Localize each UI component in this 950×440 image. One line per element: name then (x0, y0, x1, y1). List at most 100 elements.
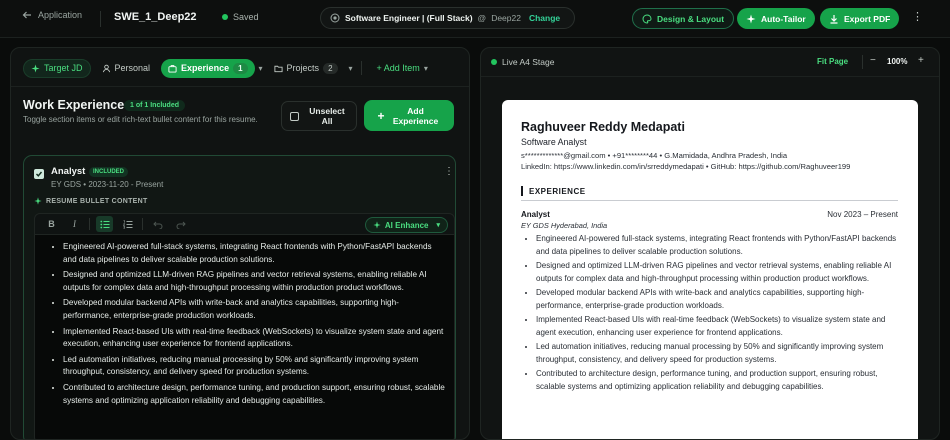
document-title[interactable]: SWE_1_Deep22 (114, 11, 197, 23)
include-checkbox[interactable] (34, 169, 44, 179)
section-title: Work Experience (23, 98, 125, 112)
count-badge: 1 (233, 62, 248, 74)
design-layout-label: Design & Layout (657, 13, 725, 24)
bullet-item[interactable]: Engineered AI-powered full-stack systems… (63, 241, 446, 266)
ai-enhance-label: AI Enhance (384, 220, 429, 230)
divider (100, 11, 101, 27)
zoom-level: 100% (887, 57, 908, 66)
resume-job-row: Analyst Nov 2023 – Present (521, 210, 898, 219)
bullet-content-label: RESUME BULLET CONTENT (34, 197, 148, 205)
divider (11, 86, 469, 87)
tab-label: Personal (114, 63, 151, 73)
add-item-label: + Add Item (376, 63, 420, 73)
tab-experience[interactable]: Experience 1 (161, 58, 255, 78)
tab-label: Projects (286, 63, 320, 73)
resume-contact: s*************@gmail.com • +91********44… (521, 150, 918, 172)
resume-job-dates: Nov 2023 – Present (827, 210, 898, 219)
back-button[interactable]: Application (22, 10, 82, 20)
preview-header: Live A4 Stage Fit Page − 100% + (481, 48, 939, 77)
download-icon (829, 14, 839, 24)
bullet-item[interactable]: Implemented React-based UIs with real-ti… (63, 326, 446, 351)
divider (360, 61, 362, 75)
chevron-down-icon: ▾ (423, 63, 428, 73)
bullet-content-text: RESUME BULLET CONTENT (46, 197, 148, 205)
export-pdf-button[interactable]: Export PDF (820, 8, 900, 29)
bullet-list-button[interactable] (96, 216, 113, 232)
resume-bullet: Contributed to architecture design, perf… (536, 368, 898, 393)
tab-projects[interactable]: Projects 2 (267, 59, 345, 78)
experience-card: Analyst INCLUDED EY GDS • 2023-11-20 - P… (23, 155, 456, 439)
save-status-label: Saved (233, 12, 259, 22)
saved-dot-icon (222, 14, 228, 20)
sparkle-icon (31, 63, 40, 73)
resume-bullet: Led automation initiatives, reducing man… (536, 341, 898, 366)
bullet-editor[interactable]: Engineered AI-powered full-stack systems… (34, 235, 455, 439)
unselect-all-button[interactable]: Unselect All (281, 101, 357, 131)
target-icon (330, 13, 340, 23)
job-company: Deep22 (491, 13, 521, 23)
folder-icon (273, 64, 283, 73)
contact-line: LinkedIn: https://www.linkedin.com/in/sr… (521, 162, 851, 171)
divider (89, 218, 90, 230)
back-label: Application (38, 10, 83, 20)
resume-page: Raghuveer Reddy Medapati Software Analys… (502, 100, 918, 439)
section-heading-text: EXPERIENCE (529, 186, 586, 196)
user-icon (102, 64, 111, 73)
fit-page-button[interactable]: Fit Page (817, 57, 848, 66)
checkbox-icon (290, 111, 299, 121)
ai-enhance-button[interactable]: AI Enhance ▾ (364, 217, 448, 233)
save-status: Saved (222, 12, 259, 22)
more-menu-icon[interactable]: ⋮ (912, 12, 923, 23)
zoom-out-button[interactable]: − (870, 55, 876, 66)
sparkle-icon (373, 221, 381, 229)
chevron-down-icon[interactable]: ▾ (259, 64, 263, 73)
tab-label: Target JD (44, 63, 83, 73)
bullet-item[interactable]: Developed modular backend APIs with writ… (63, 297, 446, 322)
design-layout-button[interactable]: Design & Layout (632, 8, 735, 29)
card-more-icon[interactable]: ⋮ (444, 166, 454, 177)
unselect-all-label: Unselect All (309, 106, 345, 126)
job-at: @ (477, 13, 487, 23)
arrow-left-icon (22, 10, 32, 20)
italic-button[interactable]: I (66, 216, 83, 232)
top-bar: Application SWE_1_Deep22 Saved Software … (0, 0, 950, 38)
bullet-item[interactable]: Led automation initiatives, reducing man… (63, 354, 446, 379)
zoom-in-button[interactable]: + (918, 55, 924, 66)
add-item-button[interactable]: + Add Item ▾ (370, 59, 435, 78)
resume-bullet: Implemented React-based UIs with real-ti… (536, 314, 898, 339)
section-description: Toggle section items or edit rich-text b… (23, 115, 258, 124)
tab-personal[interactable]: Personal (95, 59, 158, 78)
briefcase-icon (168, 64, 177, 73)
target-job-pill[interactable]: Software Engineer | (Full Stack) @ Deep2… (320, 7, 575, 29)
stage-label: Live A4 Stage (491, 57, 554, 67)
tab-label: Experience (181, 63, 230, 73)
resume-bullet-list: Engineered AI-powered full-stack systems… (521, 233, 898, 393)
preview-panel: Live A4 Stage Fit Page − 100% + Raghuvee… (480, 47, 940, 440)
redo-icon[interactable] (172, 216, 189, 232)
chevron-down-icon[interactable]: ▾ (349, 64, 353, 73)
resume-title: Software Analyst (521, 137, 587, 147)
bullet-item[interactable]: Contributed to architecture design, perf… (63, 382, 446, 407)
numbered-list-button[interactable] (119, 216, 136, 232)
add-experience-label: Add Experience (392, 105, 439, 126)
experience-role: Analyst (51, 166, 86, 177)
stage-label-text: Live A4 Stage (502, 57, 555, 67)
included-badge: 1 of 1 Included (124, 100, 186, 111)
resume-bullet: Developed modular backend APIs with writ… (536, 287, 898, 312)
chevron-down-icon: ▾ (436, 222, 440, 229)
undo-icon[interactable] (149, 216, 166, 232)
sparkle-icon (746, 14, 756, 24)
auto-tailor-label: Auto-Tailor (761, 13, 806, 24)
resume-job-role: Analyst (521, 210, 550, 219)
tab-target-jd[interactable]: Target JD (23, 58, 91, 78)
divider (521, 200, 898, 201)
bullet-item[interactable]: Designed and optimized LLM-driven RAG pi… (63, 269, 446, 294)
divider (142, 218, 143, 230)
job-role: Software Engineer | (Full Stack) (345, 13, 473, 23)
divider (862, 55, 863, 69)
add-experience-button[interactable]: + Add Experience (364, 100, 454, 131)
bold-button[interactable]: B (43, 216, 60, 232)
rich-text-toolbar: B I AI Enhance ▾ (34, 213, 455, 235)
change-job-link[interactable]: Change (529, 13, 560, 23)
auto-tailor-button[interactable]: Auto-Tailor (737, 8, 815, 29)
